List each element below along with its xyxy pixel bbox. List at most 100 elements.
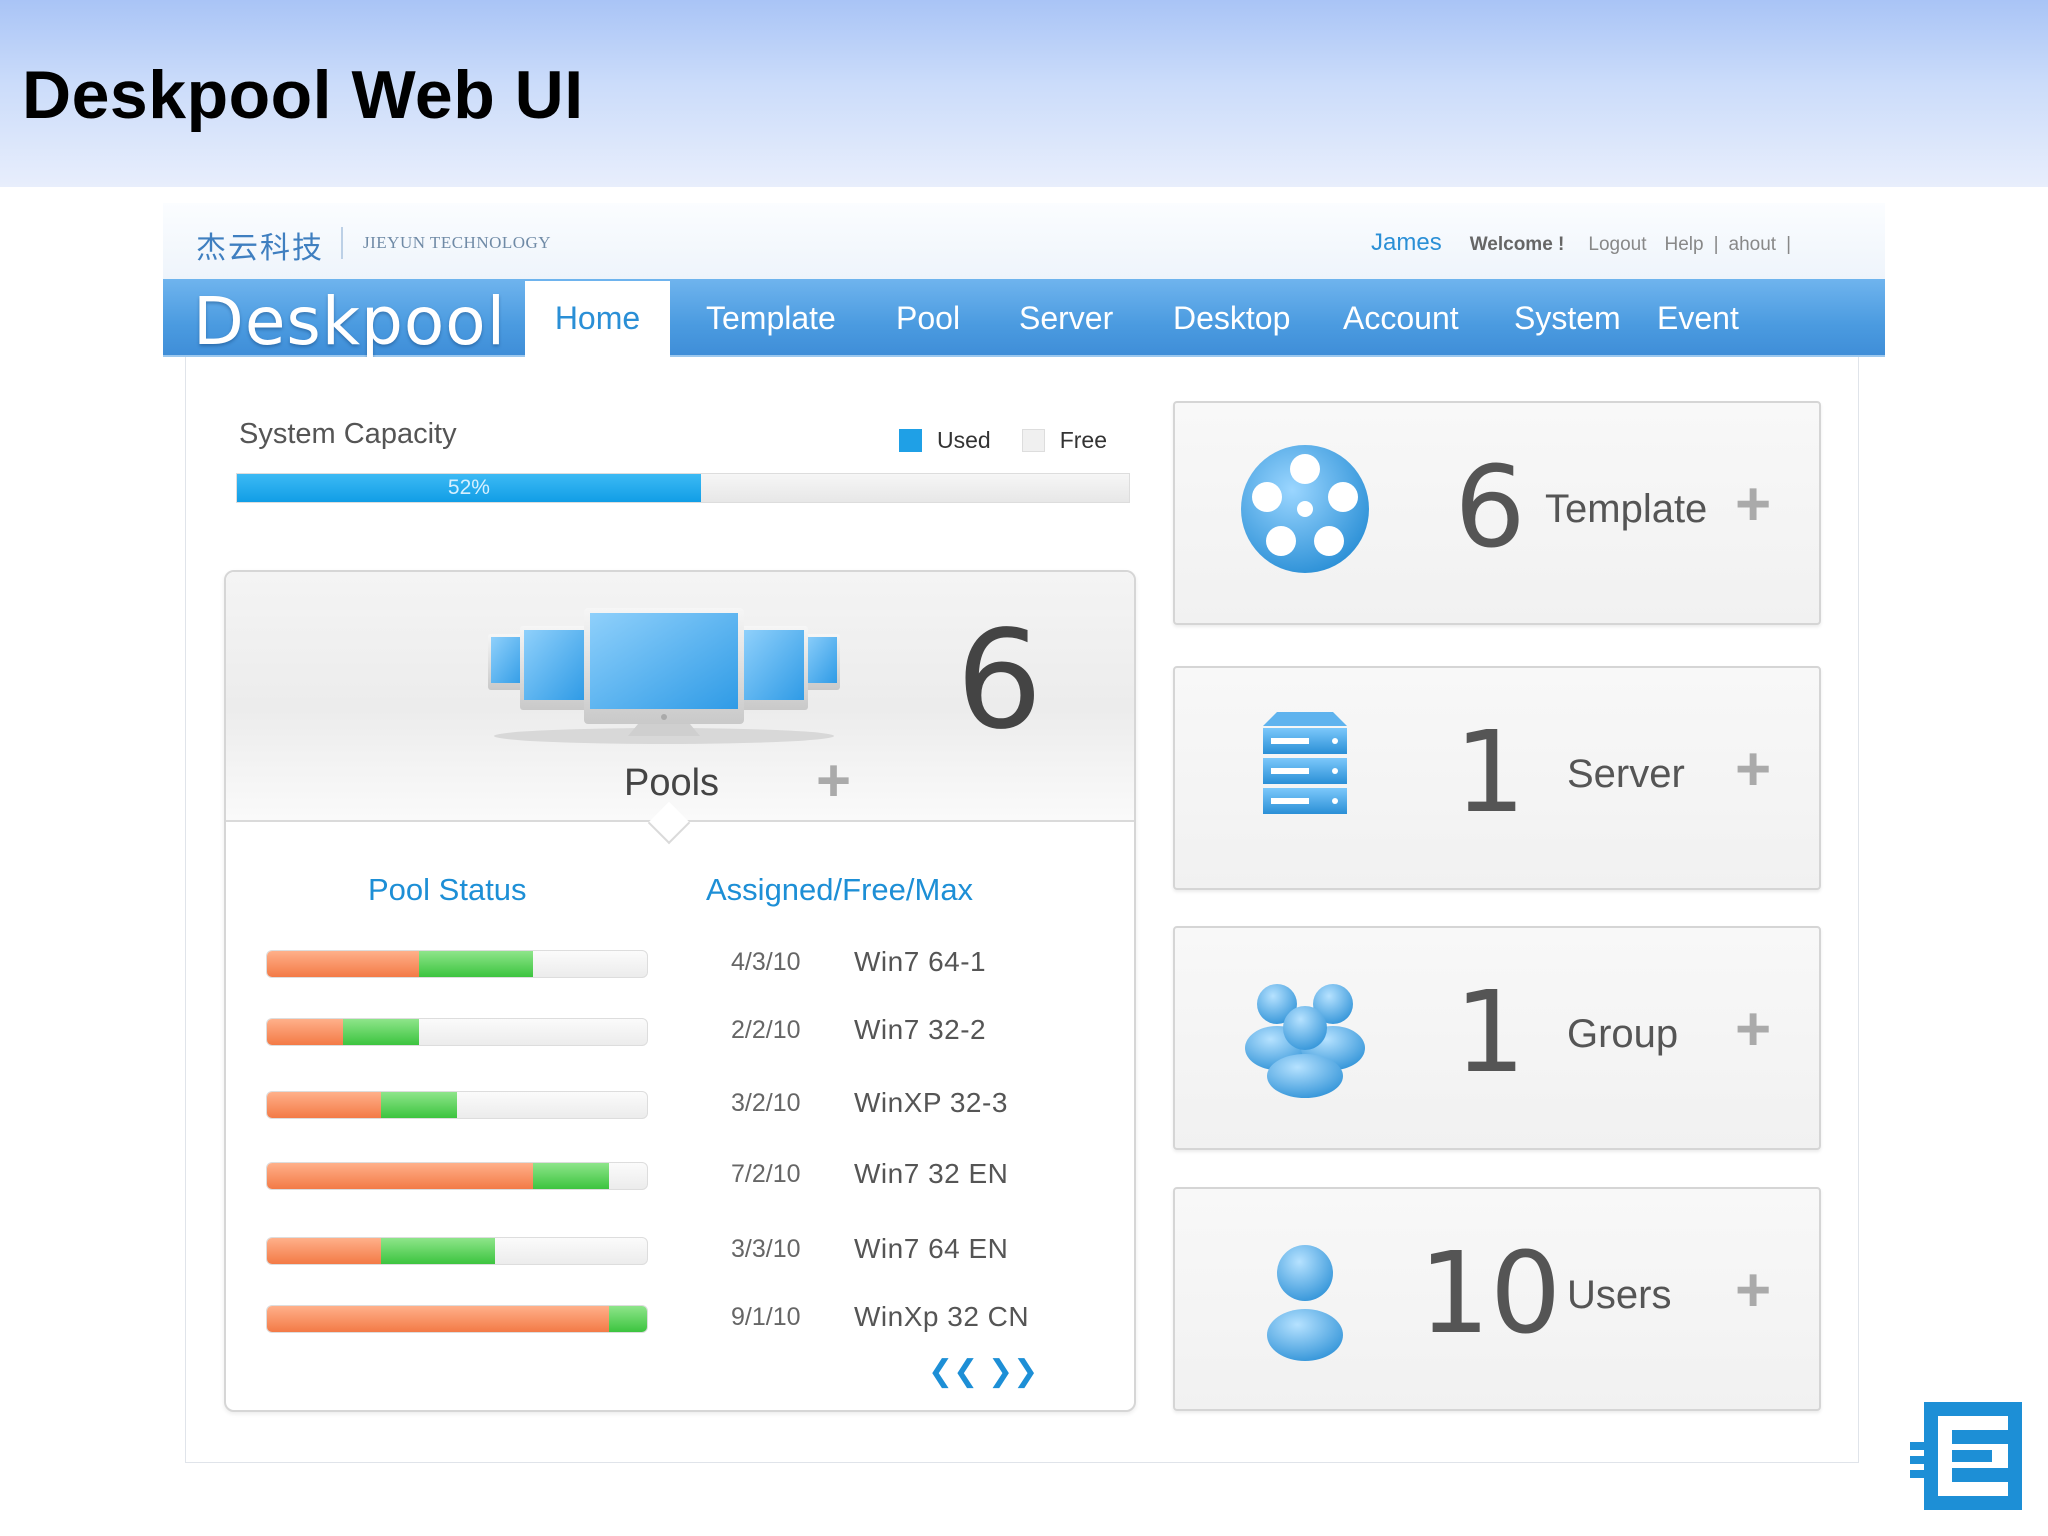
free-segment <box>533 1163 609 1189</box>
server-rack-icon <box>1263 712 1347 814</box>
add-template-button[interactable]: + <box>1735 469 1771 540</box>
tab-system[interactable]: System <box>1514 279 1621 357</box>
tab-home[interactable]: Home <box>525 281 670 357</box>
free-segment <box>343 1019 419 1045</box>
tab-desktop[interactable]: Desktop <box>1173 279 1290 357</box>
add-server-button[interactable]: + <box>1735 734 1771 805</box>
next-page-button[interactable]: ❯❯ <box>988 1354 1038 1389</box>
tab-event[interactable]: Event <box>1657 279 1739 357</box>
assigned-segment <box>267 1238 381 1264</box>
pools-panel: 6 Pools + Pool Status Assigned/Free/Max … <box>224 570 1136 1412</box>
add-group-button[interactable]: + <box>1735 994 1771 1065</box>
deskpool-app: 杰云科技 JIEYUN TECHNOLOGY James Welcome ! L… <box>163 203 1885 1463</box>
slide-title: Deskpool Web UI <box>22 57 584 133</box>
system-capacity-title: System Capacity <box>239 418 457 450</box>
pool-row[interactable]: 9/1/10 WinXp 32 CN <box>266 1301 1086 1335</box>
pool-name[interactable]: WinXp 32 CN <box>854 1301 1029 1333</box>
pool-status-bar <box>266 1091 648 1119</box>
free-segment <box>381 1092 457 1118</box>
tab-server[interactable]: Server <box>1019 279 1113 357</box>
free-segment <box>381 1238 495 1264</box>
user-icon <box>1267 1245 1343 1361</box>
top-bar: 杰云科技 JIEYUN TECHNOLOGY James Welcome ! L… <box>163 203 1885 281</box>
legend-free-label: Free <box>1059 427 1107 453</box>
brand-divider <box>341 227 343 259</box>
free-swatch <box>1021 429 1045 452</box>
user-group-icon <box>1245 984 1365 1098</box>
pools-count: 6 <box>956 602 1043 760</box>
company-corner-logo <box>1910 1402 2022 1510</box>
add-pool-button[interactable]: + <box>816 746 851 815</box>
users-card[interactable]: 10 Users + <box>1173 1187 1821 1411</box>
legend-used-label: Used <box>937 427 991 453</box>
pool-assigned-free-max: 9/1/10 <box>731 1303 801 1331</box>
free-segment <box>419 951 533 977</box>
pool-name[interactable]: Win7 32 EN <box>854 1158 1008 1190</box>
brand-chinese-name: 杰云科技 <box>196 232 324 265</box>
film-reel-icon <box>1241 445 1369 573</box>
users-label: Users <box>1567 1273 1672 1317</box>
tab-template[interactable]: Template <box>706 279 836 357</box>
group-count: 1 <box>1454 968 1526 1098</box>
main-nav: Deskpool Home Template Pool Server Deskt… <box>163 279 1885 360</box>
assigned-segment <box>267 1306 609 1332</box>
pool-assigned-free-max: 4/3/10 <box>731 948 801 976</box>
capacity-percent-label: 52% <box>447 476 490 499</box>
pool-status-bar <box>266 1018 648 1046</box>
link-separator: | <box>1786 234 1791 255</box>
users-count: 10 <box>1418 1229 1562 1359</box>
deskpool-logo: Deskpool <box>193 283 507 360</box>
pool-row[interactable]: 3/3/10 Win7 64 EN <box>266 1233 1086 1267</box>
pool-name[interactable]: Win7 64 EN <box>854 1233 1008 1265</box>
pool-status-bar <box>266 1237 648 1265</box>
pools-header: 6 Pools + <box>226 572 1134 822</box>
pool-assigned-free-max: 3/3/10 <box>731 1235 801 1263</box>
pool-row[interactable]: 4/3/10 Win7 64-1 <box>266 946 1086 980</box>
logout-link[interactable]: Logout <box>1588 234 1646 256</box>
pool-assigned-free-max: 2/2/10 <box>731 1016 801 1044</box>
server-card[interactable]: 1 Server + <box>1173 666 1821 890</box>
pool-status-bar <box>266 1305 648 1333</box>
pool-name[interactable]: Win7 32-2 <box>854 1014 986 1046</box>
capacity-bar: 52% <box>236 473 1130 503</box>
group-label: Group <box>1567 1012 1679 1056</box>
assigned-free-max-header: Assigned/Free/Max <box>706 872 974 907</box>
home-content: System Capacity Used Free 52% 6 Pools + … <box>185 357 1859 1463</box>
capacity-legend: Used Free <box>899 427 1107 454</box>
monitors-icon <box>488 608 840 744</box>
link-separator: | <box>1713 234 1719 255</box>
pool-status-header: Pool Status <box>368 872 527 907</box>
assigned-segment <box>267 951 419 977</box>
pool-name[interactable]: WinXP 32-3 <box>854 1087 1008 1119</box>
pool-assigned-free-max: 7/2/10 <box>731 1160 801 1188</box>
add-user-button[interactable]: + <box>1735 1255 1771 1326</box>
brand-english-name: JIEYUN TECHNOLOGY <box>363 233 552 252</box>
pool-name[interactable]: Win7 64-1 <box>854 946 986 978</box>
pools-label: Pools <box>624 762 720 804</box>
template-card[interactable]: 6 Template + <box>1173 401 1821 625</box>
slide-header: Deskpool Web UI <box>0 0 2048 187</box>
prev-page-button[interactable]: ❮❮ <box>928 1354 978 1389</box>
group-card[interactable]: 1 Group + <box>1173 926 1821 1150</box>
pool-assigned-free-max: 3/2/10 <box>731 1089 801 1117</box>
server-label: Server <box>1567 752 1685 796</box>
tab-pool[interactable]: Pool <box>896 279 960 357</box>
help-link[interactable]: Help <box>1665 234 1704 256</box>
tab-account[interactable]: Account <box>1343 279 1459 357</box>
assigned-segment <box>267 1092 381 1118</box>
pool-status-bar <box>266 950 648 978</box>
user-name[interactable]: James <box>1371 229 1442 257</box>
assigned-segment <box>267 1019 343 1045</box>
pool-row[interactable]: 7/2/10 Win7 32 EN <box>266 1158 1086 1192</box>
about-link[interactable]: ahout <box>1729 234 1777 256</box>
template-label: Template <box>1545 487 1708 531</box>
pool-row[interactable]: 3/2/10 WinXP 32-3 <box>266 1087 1086 1121</box>
server-count: 1 <box>1454 708 1526 838</box>
user-bar: James Welcome ! Logout Help | ahout | <box>1371 229 1791 257</box>
assigned-segment <box>267 1163 533 1189</box>
welcome-text: Welcome ! <box>1469 234 1565 255</box>
used-swatch <box>899 429 922 452</box>
free-segment <box>609 1306 647 1332</box>
pool-row[interactable]: 2/2/10 Win7 32-2 <box>266 1014 1086 1048</box>
pool-status-bar <box>266 1162 648 1190</box>
